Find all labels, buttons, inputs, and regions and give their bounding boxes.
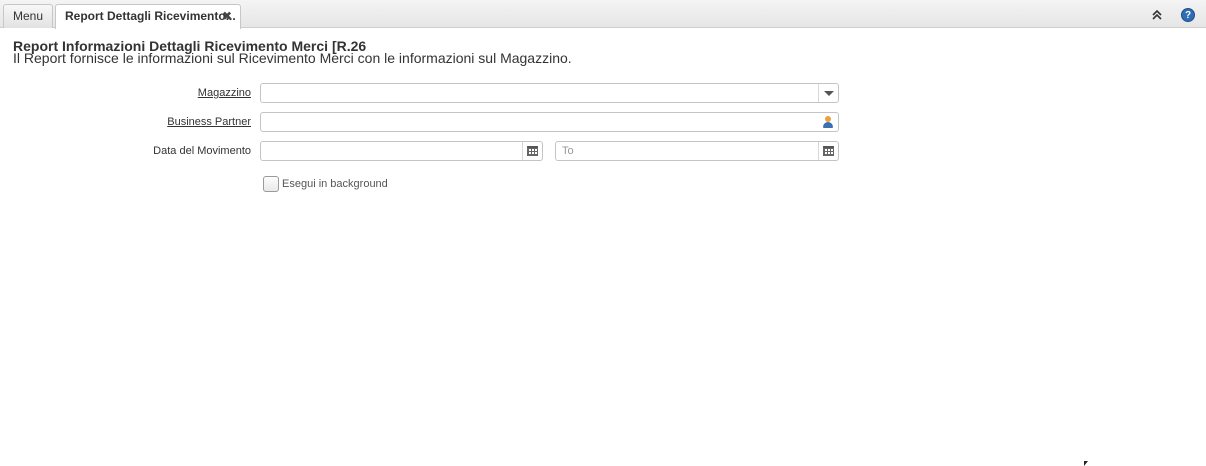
- help-icon[interactable]: ?: [1181, 8, 1195, 22]
- business-partner-field[interactable]: [260, 112, 839, 132]
- tab-report[interactable]: Report Dettagli Ricevimento... ✖: [55, 4, 241, 29]
- warehouse-select[interactable]: [260, 83, 839, 103]
- warehouse-label[interactable]: Magazzino: [198, 87, 251, 99]
- tab-bar: Menu Report Dettagli Ricevimento... ✖ ?: [0, 0, 1206, 29]
- close-icon[interactable]: ✖: [222, 5, 232, 27]
- chevron-down-icon: [823, 90, 834, 96]
- business-partner-icon: [823, 116, 833, 128]
- calendar-icon: [527, 146, 538, 156]
- movement-date-label: Data del Movimento: [153, 145, 251, 157]
- business-partner-label[interactable]: Business Partner: [167, 116, 251, 128]
- tab-menu[interactable]: Menu: [3, 4, 53, 28]
- help-symbol: ?: [1184, 10, 1192, 21]
- movement-date-from-field[interactable]: [260, 141, 543, 161]
- date-to-calendar-button[interactable]: [818, 142, 838, 160]
- movement-date-to-field[interactable]: To: [555, 141, 839, 161]
- movement-date-to-placeholder: To: [562, 145, 574, 157]
- tab-menu-label: Menu: [12, 9, 44, 23]
- business-partner-lookup-button[interactable]: [818, 113, 838, 131]
- calendar-icon: [823, 146, 834, 156]
- tab-report-label: Report Dettagli Ricevimento...: [65, 9, 236, 23]
- chevron-double-up-icon[interactable]: [1150, 8, 1164, 22]
- page-description: Il Report fornisce le informazioni sul R…: [13, 50, 572, 66]
- background-checkbox-label[interactable]: Esegui in background: [282, 178, 388, 190]
- mouse-cursor: [1084, 461, 1088, 466]
- date-from-calendar-button[interactable]: [522, 142, 542, 160]
- warehouse-dropdown-button[interactable]: [818, 84, 838, 102]
- background-checkbox[interactable]: [263, 176, 279, 192]
